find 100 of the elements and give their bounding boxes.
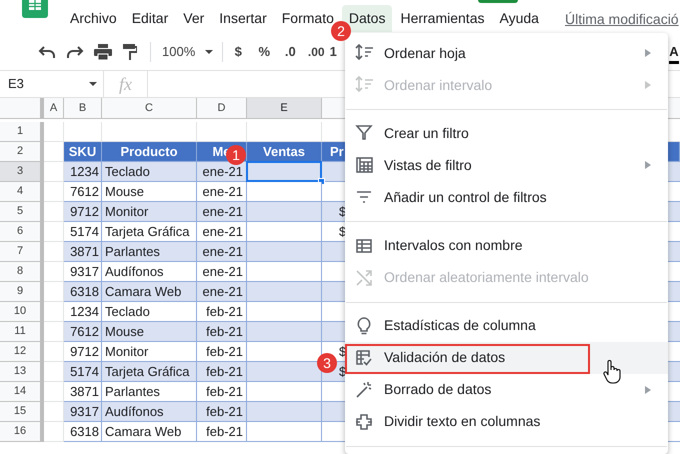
column-header[interactable]: C — [102, 98, 197, 118]
row-header[interactable]: 11 — [0, 322, 44, 342]
table-cell: 5174 — [64, 362, 102, 382]
table-cell: feb-21 — [197, 402, 247, 422]
split-columns-icon — [355, 412, 373, 431]
table-cell: Parlantes — [102, 242, 197, 262]
menu-option[interactable]: Estadísticas de columna — [345, 310, 668, 342]
cell-reference: E3 — [8, 75, 24, 94]
menu-option[interactable]: Dividir texto en columnas — [345, 406, 668, 438]
table-cell: Monitor — [102, 202, 197, 222]
table-cell[interactable] — [247, 202, 322, 222]
sort-icon — [355, 76, 373, 94]
table-cell[interactable] — [247, 262, 322, 282]
table-cell: 9317 — [64, 402, 102, 422]
submenu-arrow-icon — [645, 81, 651, 89]
table-cell: feb-21 — [197, 302, 247, 322]
table-cell: Audífonos — [102, 402, 197, 422]
menu-item[interactable]: Editar — [124, 5, 176, 32]
menu-item[interactable]: Ayuda — [492, 5, 546, 32]
row-header[interactable]: 6 — [0, 222, 44, 242]
table-cell[interactable] — [247, 382, 322, 402]
named-ranges-icon — [355, 236, 373, 254]
table-cell: Tarjeta Gráfica — [102, 362, 197, 382]
print-icon[interactable] — [94, 44, 112, 60]
table-cell: Monitor — [102, 342, 197, 362]
row-header[interactable]: 14 — [0, 382, 44, 402]
row-header[interactable]: 4 — [0, 182, 44, 202]
table-cell: Teclado — [102, 162, 197, 182]
last-modified-link[interactable]: Última modificació — [565, 9, 679, 30]
submenu-arrow-icon — [645, 49, 651, 57]
table-cell: feb-21 — [197, 382, 247, 402]
table-cell: 3871 — [64, 382, 102, 402]
column-header[interactable]: E — [247, 98, 322, 118]
row-header[interactable]: 13 — [0, 362, 44, 382]
increase-decimals-button[interactable]: .00 — [304, 40, 328, 64]
table-cell: ene-21 — [197, 262, 247, 282]
hand-cursor-icon — [603, 360, 621, 384]
table-cell: 7612 — [64, 182, 102, 202]
row-header[interactable]: 12 — [0, 342, 44, 362]
table-cell[interactable] — [247, 322, 322, 342]
table-cell: Tarjeta Gráfica — [102, 222, 197, 242]
menu-item[interactable]: Insertar — [212, 5, 274, 32]
table-cell[interactable] — [247, 302, 322, 322]
table-cell[interactable] — [247, 182, 322, 202]
redo-icon[interactable] — [66, 45, 84, 59]
table-cell: 9317 — [64, 262, 102, 282]
row-header[interactable]: 5 — [0, 202, 44, 222]
table-cell[interactable] — [247, 402, 322, 422]
table-cell: ene-21 — [197, 282, 247, 302]
row-header[interactable]: 1 — [0, 122, 44, 142]
table-cell[interactable] — [247, 242, 322, 262]
decrease-decimals-button[interactable]: .0 — [280, 40, 300, 64]
caret-icon — [89, 82, 97, 86]
menu-option[interactable]: Añadir un control de filtros — [345, 181, 668, 214]
table-cell: Mouse — [102, 182, 197, 202]
row-header[interactable]: 10 — [0, 302, 44, 322]
currency-button[interactable]: $ — [228, 40, 248, 64]
column-header[interactable]: B — [64, 98, 102, 118]
table-cell[interactable] — [247, 362, 322, 382]
row-header[interactable]: 15 — [0, 402, 44, 422]
table-cell[interactable] — [247, 282, 322, 302]
table-cell: ene-21 — [197, 162, 247, 182]
share-button[interactable] — [478, 0, 518, 3]
table-cell: 1234 — [64, 302, 102, 322]
menu-option[interactable]: Borrado de datos — [345, 374, 668, 406]
menu-option[interactable]: Intervalos con nombre — [345, 230, 668, 262]
wand-icon — [355, 380, 373, 399]
table-cell: 6318 — [64, 422, 102, 442]
menu-item[interactable]: Herramientas — [393, 5, 492, 32]
table-cell: Teclado — [102, 302, 197, 322]
column-header[interactable]: A — [44, 98, 64, 118]
table-cell[interactable] — [247, 422, 322, 442]
table-cell[interactable] — [247, 222, 322, 242]
row-header[interactable]: 2 — [0, 142, 44, 162]
zoom-dropdown[interactable]: 100% — [158, 40, 218, 64]
undo-icon[interactable] — [38, 45, 56, 59]
percent-button[interactable]: % — [254, 40, 274, 64]
more-formats-button[interactable]: 1 — [329, 40, 338, 64]
row-header[interactable]: 16 — [0, 422, 44, 442]
table-cell[interactable] — [247, 342, 322, 362]
paint-format-icon[interactable] — [123, 44, 137, 60]
row-header[interactable]: 7 — [0, 242, 44, 262]
table-cell: 9712 — [64, 342, 102, 362]
table-cell: ene-21 — [197, 182, 247, 202]
submenu-arrow-icon — [645, 386, 651, 394]
row-header[interactable]: 9 — [0, 282, 44, 302]
table-cell: 1234 — [64, 162, 102, 182]
row-header[interactable]: 3 — [0, 162, 44, 182]
menu-item[interactable]: Ver — [176, 5, 212, 32]
table-cell: 6318 — [64, 282, 102, 302]
menu-item[interactable]: Archivo — [63, 5, 124, 32]
header-cell: Producto — [102, 142, 197, 162]
sort-icon — [355, 44, 373, 62]
filter-icon — [355, 124, 373, 142]
caret-icon — [205, 50, 214, 54]
table-cell: 7612 — [64, 322, 102, 342]
menu-option[interactable]: Validación de datos — [345, 342, 668, 374]
shuffle-icon — [355, 268, 373, 286]
table-cell: Audífonos — [102, 262, 197, 282]
row-header[interactable]: 8 — [0, 262, 44, 282]
